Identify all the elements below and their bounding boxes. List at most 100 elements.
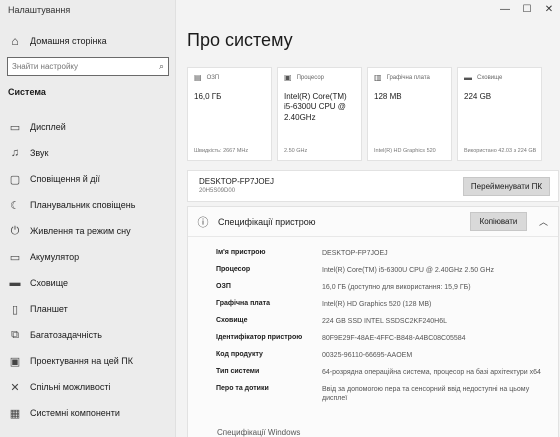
spec-row: Код продукту 00325-96110-66695-AAOEM — [216, 349, 546, 366]
specs-title: Специфікації пристрою — [218, 216, 316, 227]
main-content: — ☐ ✕ Про систему ▤ ОЗП 16,0 ГБ Швидкість… — [177, 0, 560, 437]
device-specs-panel: ⓘ Специфікації пристрою Копіювати ︿ Ім'я… — [187, 206, 559, 437]
spec-value: DESKTOP-FP7JOEJ — [322, 250, 388, 257]
sidebar-item-label: Планшет — [30, 304, 68, 314]
spec-key: Перо та дотики — [216, 385, 269, 392]
card-label: Сховище — [477, 74, 503, 81]
gpu-icon: ▥ — [374, 73, 382, 82]
device-name-panel: DESKTOP-FP7JOEJ 20H5S09D00 Перейменувати… — [187, 170, 559, 202]
specs-header[interactable]: ⓘ Специфікації пристрою Копіювати ︿ — [188, 207, 558, 237]
sidebar-nav: ▭ Дисплей ♫ Звук ▢ Сповіщення й дії ☾ Планув… — [0, 114, 176, 426]
card-value: Intel(R) Core(TM) i5-6300U CPU @ 2.40GHz — [284, 92, 347, 122]
spec-key: Код продукту — [216, 351, 263, 358]
spec-value: 64-розрядна операційна система, процесор… — [322, 369, 541, 376]
search-box[interactable]: ⌕ — [7, 57, 169, 76]
sidebar-item-label: Спільні можливості — [30, 382, 111, 392]
spec-key: Ім'я пристрою — [216, 249, 266, 256]
sidebar-item-projecting[interactable]: ▣ Проектування на цей ПК — [0, 348, 176, 374]
section-title: Система — [8, 87, 46, 97]
sidebar-item-label: Сховище — [30, 278, 69, 288]
minimize-button[interactable]: — — [494, 0, 516, 18]
home-link[interactable]: ⌂ Домашня сторінка — [0, 30, 176, 52]
search-input[interactable] — [12, 62, 159, 71]
ram-card: ▤ ОЗП 16,0 ГБ Швидкість: 2667 MHz — [187, 67, 272, 161]
page-title: Про систему — [187, 30, 293, 50]
rename-pc-button[interactable]: Перейменувати ПК — [463, 177, 550, 196]
sidebar-item-power[interactable]: ⏻ Живлення та режим сну — [0, 218, 176, 244]
device-model: 20H5S09D00 — [199, 188, 236, 194]
spec-key: ОЗП — [216, 283, 231, 290]
spec-key: Сховище — [216, 317, 248, 324]
sidebar-item-battery[interactable]: ▭ Акумулятор — [0, 244, 176, 270]
multitask-icon: ⧉ — [11, 328, 19, 341]
sidebar-item-label: Дисплей — [30, 122, 66, 132]
spec-key: Графічна плата — [216, 300, 270, 307]
spec-key: Тип системи — [216, 368, 260, 375]
shared-icon: ✕ — [10, 381, 20, 394]
spec-key: Процесор — [216, 266, 251, 273]
sidebar-item-label: Звук — [30, 148, 49, 158]
spec-value: 80F9E29F-48AE-4FFC-B848-A4BC08C05584 — [322, 335, 466, 342]
sidebar-item-label: Планувальник сповіщень — [30, 200, 136, 210]
sidebar-item-label: Системні компоненти — [30, 408, 120, 418]
card-label: Графічна плата — [386, 74, 430, 81]
card-label: Процесор — [296, 74, 324, 81]
close-button[interactable]: ✕ — [538, 0, 560, 18]
storage-card: ▬ Сховище 224 GB Використано 42.03 з 224 … — [457, 67, 542, 161]
sidebar-item-notifications[interactable]: ▢ Сповіщення й дії — [0, 166, 176, 192]
spec-row: Процесор Intel(R) Core(TM) i5-6300U CPU @… — [216, 264, 546, 281]
sidebar-item-label: Живлення та режим сну — [30, 226, 131, 236]
search-icon[interactable]: ⌕ — [159, 61, 164, 72]
sidebar-item-label: Проектування на цей ПК — [30, 356, 134, 366]
sidebar-item-label: Багатозадачність — [30, 330, 102, 340]
sidebar-item-sound[interactable]: ♫ Звук — [0, 140, 176, 166]
sidebar-item-components[interactable]: ▦ Системні компоненти — [0, 400, 176, 426]
home-label: Домашня сторінка — [30, 36, 107, 46]
maximize-button[interactable]: ☐ — [516, 0, 538, 18]
sidebar-item-tablet[interactable]: ▯ Планшет — [0, 296, 176, 322]
speaker-icon: ♫ — [10, 147, 20, 159]
spec-row: Тип системи 64-розрядна операційна систем… — [216, 366, 546, 383]
window-controls: — ☐ ✕ — [494, 0, 560, 18]
card-value: 224 GB — [464, 92, 492, 101]
moon-icon: ☾ — [10, 199, 20, 212]
spec-value: Ввід за допомогою пера та сенсорний ввід… — [322, 386, 530, 403]
card-value: 128 MB — [374, 92, 402, 101]
windows-specs-header[interactable]: Специфікації Windows — [217, 428, 300, 437]
sidebar-item-shared[interactable]: ✕ Спільні можливості — [0, 374, 176, 400]
spec-value: Intel(R) Core(TM) i5-6300U CPU @ 2.40GHz… — [322, 267, 495, 274]
spec-row: ОЗП 16,0 ГБ (доступно для використання: 1… — [216, 281, 546, 298]
cpu-card: ▣ Процесор Intel(R) Core(TM) i5-6300U CPU… — [277, 67, 362, 161]
gpu-card: ▥ Графічна плата 128 MB Intel(R) HD Graph… — [367, 67, 452, 161]
spec-value: 16,0 ГБ (доступно для використання: 15,9… — [322, 284, 471, 291]
spec-value: 00325-96110-66695-AAOEM — [322, 352, 413, 359]
card-sub: Швидкість: 2667 MHz — [194, 147, 249, 154]
summary-cards: ▤ ОЗП 16,0 ГБ Швидкість: 2667 MHz ▣ Процес… — [187, 67, 542, 161]
spec-key: Ідентифікатор пристрою — [216, 334, 303, 341]
sidebar-item-storage[interactable]: ▬ Сховище — [0, 270, 176, 296]
spec-row: Ім'я пристрою DESKTOP-FP7JOEJ — [216, 247, 546, 264]
copy-button[interactable]: Копіювати — [470, 212, 527, 231]
card-value: 16,0 ГБ — [194, 92, 222, 101]
sidebar: Налаштування ⌂ Домашня сторінка ⌕ Систем… — [0, 0, 176, 437]
components-icon: ▦ — [9, 407, 21, 420]
home-icon: ⌂ — [11, 34, 19, 48]
card-label: ОЗП — [206, 74, 220, 81]
cpu-icon: ▣ — [284, 73, 292, 82]
sidebar-item-display[interactable]: ▭ Дисплей — [0, 114, 176, 140]
sidebar-item-label: Сповіщення й дії — [30, 174, 101, 184]
spec-row: Сховище 224 GB SSD INTEL SSDSC2KF240H6L — [216, 315, 546, 332]
display-icon: ▭ — [9, 121, 21, 134]
spec-row: Ідентифікатор пристрою 80F9E29F-48AE-4FFC… — [216, 332, 546, 349]
spec-row: Перо та дотики Ввід за допомогою пера та … — [216, 383, 546, 404]
spec-row: Графічна плата Intel(R) HD Graphics 520 (… — [216, 298, 546, 315]
power-icon: ⏻ — [10, 224, 20, 237]
disk-icon: ▬ — [464, 73, 472, 82]
tablet-icon: ▯ — [11, 303, 19, 316]
sidebar-item-focus[interactable]: ☾ Планувальник сповіщень — [0, 192, 176, 218]
window-title: Налаштування — [8, 5, 71, 15]
card-sub: Використано 42.03 з 224 GB — [464, 147, 537, 154]
chevron-up-icon[interactable]: ︿ — [539, 215, 548, 228]
sidebar-item-multitasking[interactable]: ⧉ Багатозадачність — [0, 322, 176, 348]
spec-value: 224 GB SSD INTEL SSDSC2KF240H6L — [322, 318, 448, 325]
